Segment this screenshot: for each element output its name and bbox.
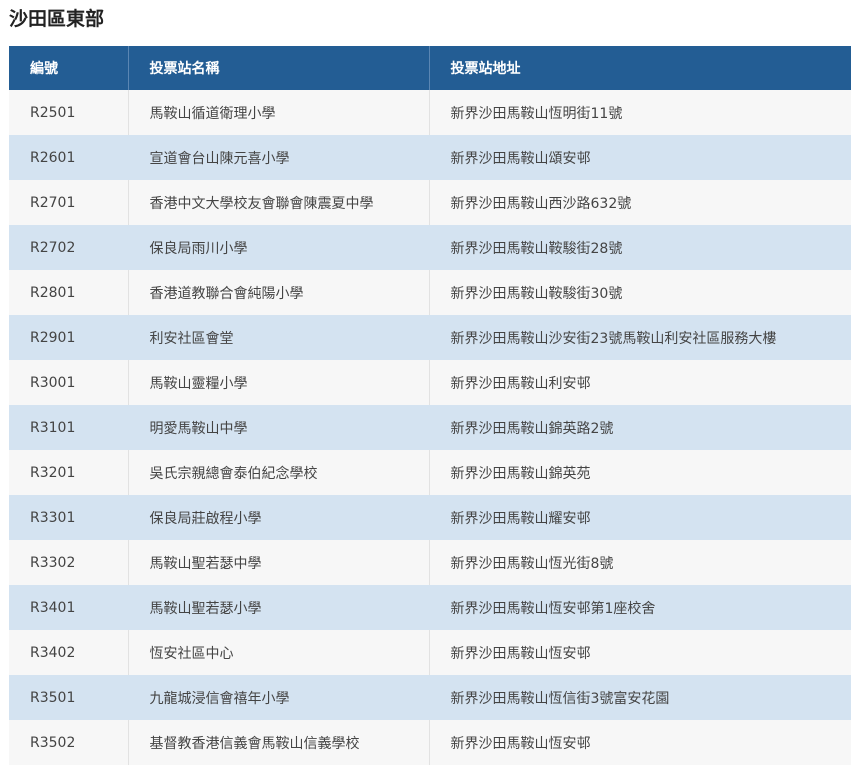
station-code: R3402 xyxy=(9,630,129,675)
table-row: R2601 宣道會台山陳元喜小學 新界沙田馬鞍山頌安邨 xyxy=(9,135,851,180)
station-name: 香港中文大學校友會聯會陳震夏中學 xyxy=(128,180,430,225)
station-code: R3101 xyxy=(9,405,129,450)
table-row: R2901 利安社區會堂 新界沙田馬鞍山沙安街23號馬鞍山利安社區服務大樓 xyxy=(9,315,851,360)
station-code: R3401 xyxy=(9,585,129,630)
station-name: 明愛馬鞍山中學 xyxy=(128,405,430,450)
station-name: 香港道教聯合會純陽小學 xyxy=(128,270,430,315)
table-row: R3402 恆安社區中心 新界沙田馬鞍山恆安邨 xyxy=(9,630,851,675)
station-name: 保良局莊啟程小學 xyxy=(128,495,430,540)
station-name: 利安社區會堂 xyxy=(128,315,430,360)
station-name: 馬鞍山聖若瑟中學 xyxy=(128,540,430,585)
station-address: 新界沙田馬鞍山恆明街11號 xyxy=(429,90,851,135)
station-code: R3302 xyxy=(9,540,129,585)
station-name: 馬鞍山聖若瑟小學 xyxy=(128,585,430,630)
table-row: R2701 香港中文大學校友會聯會陳震夏中學 新界沙田馬鞍山西沙路632號 xyxy=(9,180,851,225)
station-code: R3501 xyxy=(9,675,129,720)
station-code: R3301 xyxy=(9,495,129,540)
station-address: 新界沙田馬鞍山鞍駿街30號 xyxy=(429,270,851,315)
station-code: R2501 xyxy=(9,90,129,135)
station-code: R2601 xyxy=(9,135,129,180)
station-code: R2901 xyxy=(9,315,129,360)
station-code: R3001 xyxy=(9,360,129,405)
station-name: 宣道會台山陳元喜小學 xyxy=(128,135,430,180)
station-code: R3502 xyxy=(9,720,129,765)
table-row: R3502 基督教香港信義會馬鞍山信義學校 新界沙田馬鞍山恆安邨 xyxy=(9,720,851,765)
station-address: 新界沙田馬鞍山利安邨 xyxy=(429,360,851,405)
station-address: 新界沙田馬鞍山恆安邨 xyxy=(429,720,851,765)
station-address: 新界沙田馬鞍山錦英路2號 xyxy=(429,405,851,450)
polling-station-table: 編號 投票站名稱 投票站地址 R2501 馬鞍山循道衛理小學 新界沙田馬鞍山恆明… xyxy=(9,46,851,765)
station-code: R2701 xyxy=(9,180,129,225)
table-row: R2501 馬鞍山循道衛理小學 新界沙田馬鞍山恆明街11號 xyxy=(9,90,851,135)
station-address: 新界沙田馬鞍山西沙路632號 xyxy=(429,180,851,225)
station-address: 新界沙田馬鞍山恆信街3號富安花園 xyxy=(429,675,851,720)
column-header-station-name: 投票站名稱 xyxy=(128,46,430,90)
station-code: R2801 xyxy=(9,270,129,315)
station-name: 馬鞍山靈糧小學 xyxy=(128,360,430,405)
table-row: R3302 馬鞍山聖若瑟中學 新界沙田馬鞍山恆光街8號 xyxy=(9,540,851,585)
table-row: R3501 九龍城浸信會禧年小學 新界沙田馬鞍山恆信街3號富安花園 xyxy=(9,675,851,720)
column-header-station-address: 投票站地址 xyxy=(429,46,851,90)
table-row: R3301 保良局莊啟程小學 新界沙田馬鞍山耀安邨 xyxy=(9,495,851,540)
table-row: R3001 馬鞍山靈糧小學 新界沙田馬鞍山利安邨 xyxy=(9,360,851,405)
station-name: 九龍城浸信會禧年小學 xyxy=(128,675,430,720)
station-address: 新界沙田馬鞍山耀安邨 xyxy=(429,495,851,540)
station-name: 保良局雨川小學 xyxy=(128,225,430,270)
station-address: 新界沙田馬鞍山恆安邨第1座校舍 xyxy=(429,585,851,630)
station-name: 基督教香港信義會馬鞍山信義學校 xyxy=(128,720,430,765)
page-title: 沙田區東部 xyxy=(9,8,105,30)
table-row: R2702 保良局雨川小學 新界沙田馬鞍山鞍駿街28號 xyxy=(9,225,851,270)
station-address: 新界沙田馬鞍山鞍駿街28號 xyxy=(429,225,851,270)
column-header-code: 編號 xyxy=(9,46,129,90)
station-code: R2702 xyxy=(9,225,129,270)
table-row: R3201 吳氏宗親總會泰伯紀念學校 新界沙田馬鞍山錦英苑 xyxy=(9,450,851,495)
table-row: R3101 明愛馬鞍山中學 新界沙田馬鞍山錦英路2號 xyxy=(9,405,851,450)
station-code: R3201 xyxy=(9,450,129,495)
table-header-row: 編號 投票站名稱 投票站地址 xyxy=(9,46,851,90)
station-name: 恆安社區中心 xyxy=(128,630,430,675)
station-name: 馬鞍山循道衛理小學 xyxy=(128,90,430,135)
station-name: 吳氏宗親總會泰伯紀念學校 xyxy=(128,450,430,495)
station-address: 新界沙田馬鞍山沙安街23號馬鞍山利安社區服務大樓 xyxy=(429,315,851,360)
station-address: 新界沙田馬鞍山恆光街8號 xyxy=(429,540,851,585)
table-row: R2801 香港道教聯合會純陽小學 新界沙田馬鞍山鞍駿街30號 xyxy=(9,270,851,315)
station-address: 新界沙田馬鞍山頌安邨 xyxy=(429,135,851,180)
station-address: 新界沙田馬鞍山恆安邨 xyxy=(429,630,851,675)
table-row: R3401 馬鞍山聖若瑟小學 新界沙田馬鞍山恆安邨第1座校舍 xyxy=(9,585,851,630)
station-address: 新界沙田馬鞍山錦英苑 xyxy=(429,450,851,495)
